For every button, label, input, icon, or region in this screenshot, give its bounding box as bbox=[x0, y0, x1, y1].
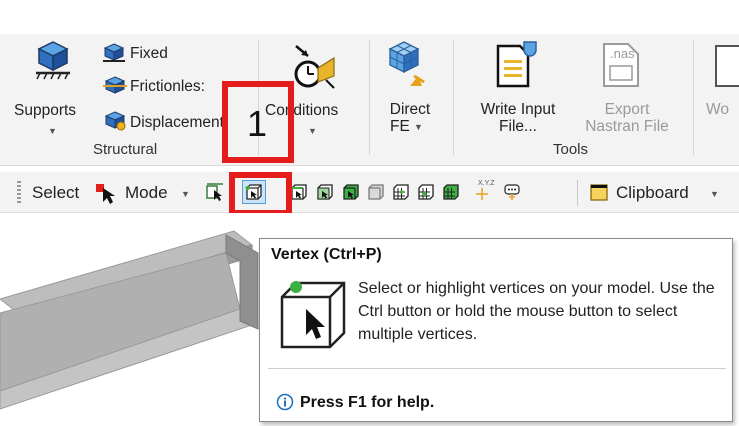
export-nastran-label-line2: Nastran File bbox=[585, 118, 669, 135]
supports-icon bbox=[36, 41, 70, 80]
partial-ribbon-label: Wo bbox=[706, 101, 729, 118]
select-mode-icon bbox=[96, 184, 115, 204]
displacement-icon bbox=[104, 111, 126, 131]
fixed-label: Fixed bbox=[130, 45, 168, 62]
mode-label: Mode bbox=[125, 183, 168, 202]
title-area bbox=[0, 0, 739, 34]
ribbon-separator bbox=[693, 40, 694, 155]
supports-dropdown-arrow: ▼ bbox=[48, 126, 57, 136]
direct-fe-label-line2: FE bbox=[390, 118, 410, 135]
direct-fe-dropdown-arrow: ▼ bbox=[414, 122, 423, 132]
write-input-file-label-line2: File... bbox=[499, 118, 537, 135]
vertex-tooltip-icon bbox=[280, 281, 346, 349]
ribbon-separator bbox=[453, 40, 454, 155]
export-nastran-label-line1: Export bbox=[604, 101, 650, 118]
clipboard-icon bbox=[590, 184, 608, 201]
face-select-icon[interactable] bbox=[315, 182, 335, 202]
ribbon-separator bbox=[369, 40, 370, 155]
frictionless-support-icon bbox=[103, 76, 127, 94]
tooltip-description: Select or highlight vertices on your mod… bbox=[358, 280, 715, 343]
i-beam-model[interactable] bbox=[0, 213, 300, 426]
node-select-icon[interactable] bbox=[391, 182, 411, 202]
conditions-dropdown-arrow: ▼ bbox=[308, 126, 317, 136]
toolbar-grip[interactable] bbox=[17, 181, 21, 203]
tooltip-divider bbox=[268, 368, 726, 369]
select-through-icon[interactable] bbox=[205, 182, 225, 202]
element-face-select-icon[interactable] bbox=[366, 182, 386, 202]
direct-fe-icon bbox=[388, 41, 425, 86]
body-select-icon[interactable] bbox=[341, 182, 361, 202]
clipboard-dropdown-arrow: ▼ bbox=[710, 189, 719, 199]
mode-dropdown-arrow: ▼ bbox=[181, 189, 190, 199]
structural-group-label: Structural bbox=[93, 141, 158, 158]
select-label: Select bbox=[32, 183, 80, 202]
edge-select-icon[interactable] bbox=[289, 182, 309, 202]
write-input-file-icon bbox=[496, 41, 537, 88]
node-id-select-icon[interactable] bbox=[502, 182, 522, 202]
toolbar-separator bbox=[577, 180, 578, 206]
info-icon bbox=[276, 393, 294, 411]
frictionless-label: Frictionles: bbox=[130, 78, 205, 95]
element-select-icon[interactable] bbox=[416, 182, 436, 202]
document-icon bbox=[715, 45, 739, 87]
fixed-support-icon bbox=[103, 43, 125, 62]
supports-label: Supports bbox=[14, 102, 77, 119]
displacement-label: Displacement bbox=[130, 114, 224, 131]
nas-extension-label: .nas bbox=[610, 46, 635, 61]
mesh-body-select-icon[interactable] bbox=[441, 182, 461, 202]
direct-fe-label-line1: Direct bbox=[389, 101, 431, 118]
tools-group-label: Tools bbox=[553, 141, 589, 158]
write-input-file-label-line1: Write Input bbox=[480, 101, 556, 118]
tooltip-help-text: Press F1 for help. bbox=[300, 394, 435, 411]
clipboard-label: Clipboard bbox=[616, 183, 689, 202]
vertex-tooltip: Vertex (Ctrl+P) Select or highlight vert… bbox=[259, 238, 733, 422]
annotation-step-number: 1 bbox=[247, 103, 268, 144]
annotation-box-vertex-button bbox=[229, 172, 292, 216]
conditions-icon bbox=[294, 45, 335, 89]
coordinate-cursor-icon bbox=[476, 188, 488, 200]
tooltip-title: Vertex (Ctrl+P) bbox=[271, 246, 382, 263]
